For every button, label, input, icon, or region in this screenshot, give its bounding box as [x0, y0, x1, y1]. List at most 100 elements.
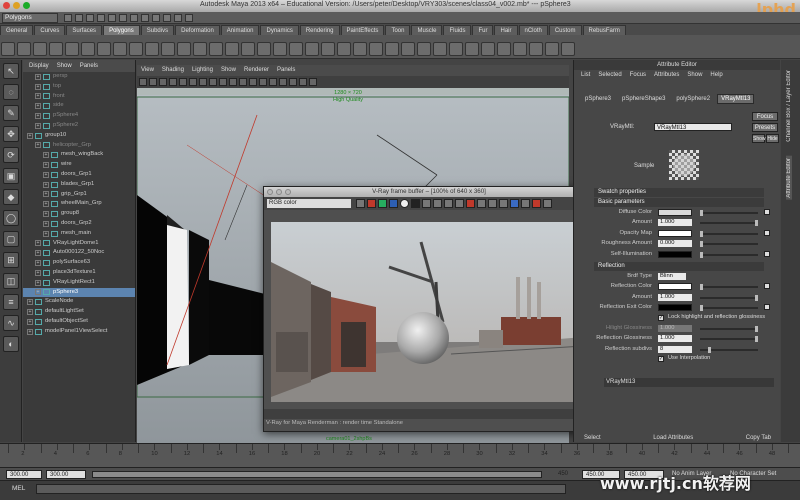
param-slider[interactable] [700, 346, 758, 353]
booleans-icon[interactable] [241, 42, 255, 56]
outliner-item[interactable]: + side [23, 101, 135, 111]
outliner-item[interactable]: + group10 [23, 131, 135, 141]
paint-select-icon[interactable]: ✎ [3, 105, 19, 121]
focus-button[interactable]: Focus [752, 112, 778, 121]
fill-hole-icon[interactable] [305, 42, 319, 56]
outliner-item[interactable]: + blades_Grp1 [23, 180, 135, 190]
swatch-properties-section[interactable]: Swatch properties [594, 188, 764, 197]
param-value-field[interactable]: 1.000 [658, 219, 692, 227]
offset-edge-loop-icon[interactable] [369, 42, 383, 56]
minimize-icon[interactable] [13, 2, 20, 9]
image-plane-icon[interactable] [169, 78, 177, 86]
bevel-icon[interactable] [417, 42, 431, 56]
expand-icon[interactable]: + [27, 309, 33, 316]
mirror-icon[interactable] [289, 42, 303, 56]
select-hierarchy-icon[interactable] [97, 14, 105, 22]
move-tool-icon[interactable]: ✥ [3, 126, 19, 142]
layout-four-icon[interactable]: ⊞ [3, 252, 19, 268]
load-icon[interactable] [433, 199, 442, 208]
shelf-tab-fur[interactable]: Fur [472, 24, 494, 35]
reduce-icon[interactable] [273, 42, 287, 56]
smooth-icon[interactable] [257, 42, 271, 56]
camera-icon[interactable] [139, 78, 147, 86]
shelf-tab-curves[interactable]: Curves [34, 24, 66, 35]
viewport-menu-lighting[interactable]: Lighting [192, 65, 213, 76]
outliner-item[interactable]: + defaultLightSet [23, 307, 135, 317]
window-controls[interactable] [3, 2, 30, 9]
outliner-item[interactable]: + place3dTexture1 [23, 268, 135, 278]
outliner-item[interactable]: + VRayLightRect1 [23, 278, 135, 288]
outliner-item[interactable]: + pSphere4 [23, 111, 135, 121]
map-button[interactable] [764, 304, 770, 311]
save-icon[interactable] [422, 199, 431, 208]
param-checkbox[interactable]: ✓ [658, 356, 664, 363]
slider-knob[interactable] [700, 210, 703, 216]
isolate-icon[interactable] [299, 78, 307, 86]
outliner-item[interactable]: + defaultObjectSet [23, 317, 135, 327]
stop-render-icon[interactable] [466, 199, 475, 208]
map-button[interactable] [764, 209, 770, 215]
layout-two-icon[interactable]: ◫ [3, 273, 19, 289]
slider-knob[interactable] [700, 230, 703, 237]
track-mouse-icon[interactable] [510, 199, 519, 208]
param-value-field[interactable]: 1.000 [658, 325, 692, 332]
param-slider[interactable] [700, 230, 758, 237]
color-swatch[interactable] [658, 283, 692, 291]
vfb-settings-icon[interactable] [543, 199, 552, 208]
expand-icon[interactable]: + [43, 152, 49, 159]
layout-hypershade-icon[interactable]: ◐ [3, 336, 19, 352]
bridge-icon[interactable] [401, 42, 415, 56]
plane-icon[interactable] [65, 42, 79, 56]
param-slider[interactable] [700, 336, 758, 343]
slider-knob[interactable] [700, 305, 703, 312]
material-swatch[interactable] [669, 150, 699, 180]
shadows-icon[interactable] [289, 78, 297, 86]
viewport-menu-shading[interactable]: Shading [162, 65, 184, 76]
manipulator-icon[interactable]: ◆ [3, 189, 19, 205]
vfb-close-icon[interactable] [267, 189, 273, 195]
safe-title-icon[interactable] [239, 78, 247, 86]
close-icon[interactable] [3, 2, 10, 9]
extract-icon[interactable] [225, 42, 239, 56]
vfb-minimize-icon[interactable] [276, 189, 282, 195]
last-tool-icon[interactable]: ◯ [3, 210, 19, 226]
save-image-icon[interactable] [356, 199, 365, 208]
select-component-icon[interactable] [119, 14, 127, 22]
channel-box-tab[interactable]: Channel Box / Layer Editor [786, 70, 792, 142]
blue-channel-icon[interactable] [389, 199, 398, 208]
gate-mask-icon[interactable] [209, 78, 217, 86]
vray-frame-buffer-window[interactable]: V-Ray frame buffer – [100% of 640 x 360]… [263, 186, 595, 432]
outliner-item[interactable]: + grip_Grp1 [23, 190, 135, 200]
map-button[interactable] [764, 283, 770, 290]
viewport-menu-renderer[interactable]: Renderer [244, 65, 269, 76]
expand-icon[interactable]: + [35, 93, 41, 100]
mel-label[interactable]: MEL [12, 485, 25, 492]
platonic-icon[interactable] [177, 42, 191, 56]
attr-tab-psphereshape3[interactable]: pSphereShape3 [618, 94, 669, 104]
open-scene-icon[interactable] [75, 14, 83, 22]
shelf-tab-deformation[interactable]: Deformation [175, 24, 220, 35]
history-icon[interactable] [499, 199, 508, 208]
mtl-name-field[interactable]: VRayMtl13 [654, 123, 732, 131]
alpha-channel-icon[interactable] [400, 199, 409, 208]
param-value-field[interactable]: 8 [658, 345, 692, 353]
planar-map-icon[interactable] [481, 42, 495, 56]
vfb-title-bar[interactable]: V-Ray frame buffer – [100% of 640 x 360] [264, 187, 594, 197]
start-time-field[interactable]: 300.00 [6, 470, 42, 479]
pipe-icon[interactable] [129, 42, 143, 56]
outliner-item[interactable]: + doors_Grp2 [23, 219, 135, 229]
slider-knob[interactable] [755, 326, 758, 332]
outliner-item[interactable]: + pSphere3 [23, 287, 135, 298]
attribute-editor-tab[interactable]: Attribute Editor [786, 156, 792, 200]
append-icon[interactable] [321, 42, 335, 56]
outliner-menu-display[interactable]: Display [29, 60, 49, 72]
hide-button[interactable]: Hide [766, 134, 779, 143]
sew-uv-icon[interactable] [545, 42, 559, 56]
expand-icon[interactable]: + [35, 122, 41, 129]
expand-icon[interactable]: + [27, 299, 33, 306]
attr-menu-selected[interactable]: Selected [598, 70, 621, 81]
expand-icon[interactable]: + [35, 289, 41, 296]
vfb-channel-select[interactable]: RGB color [267, 199, 351, 208]
expand-icon[interactable]: + [43, 211, 49, 218]
viewport-menu-show[interactable]: Show [221, 65, 236, 76]
